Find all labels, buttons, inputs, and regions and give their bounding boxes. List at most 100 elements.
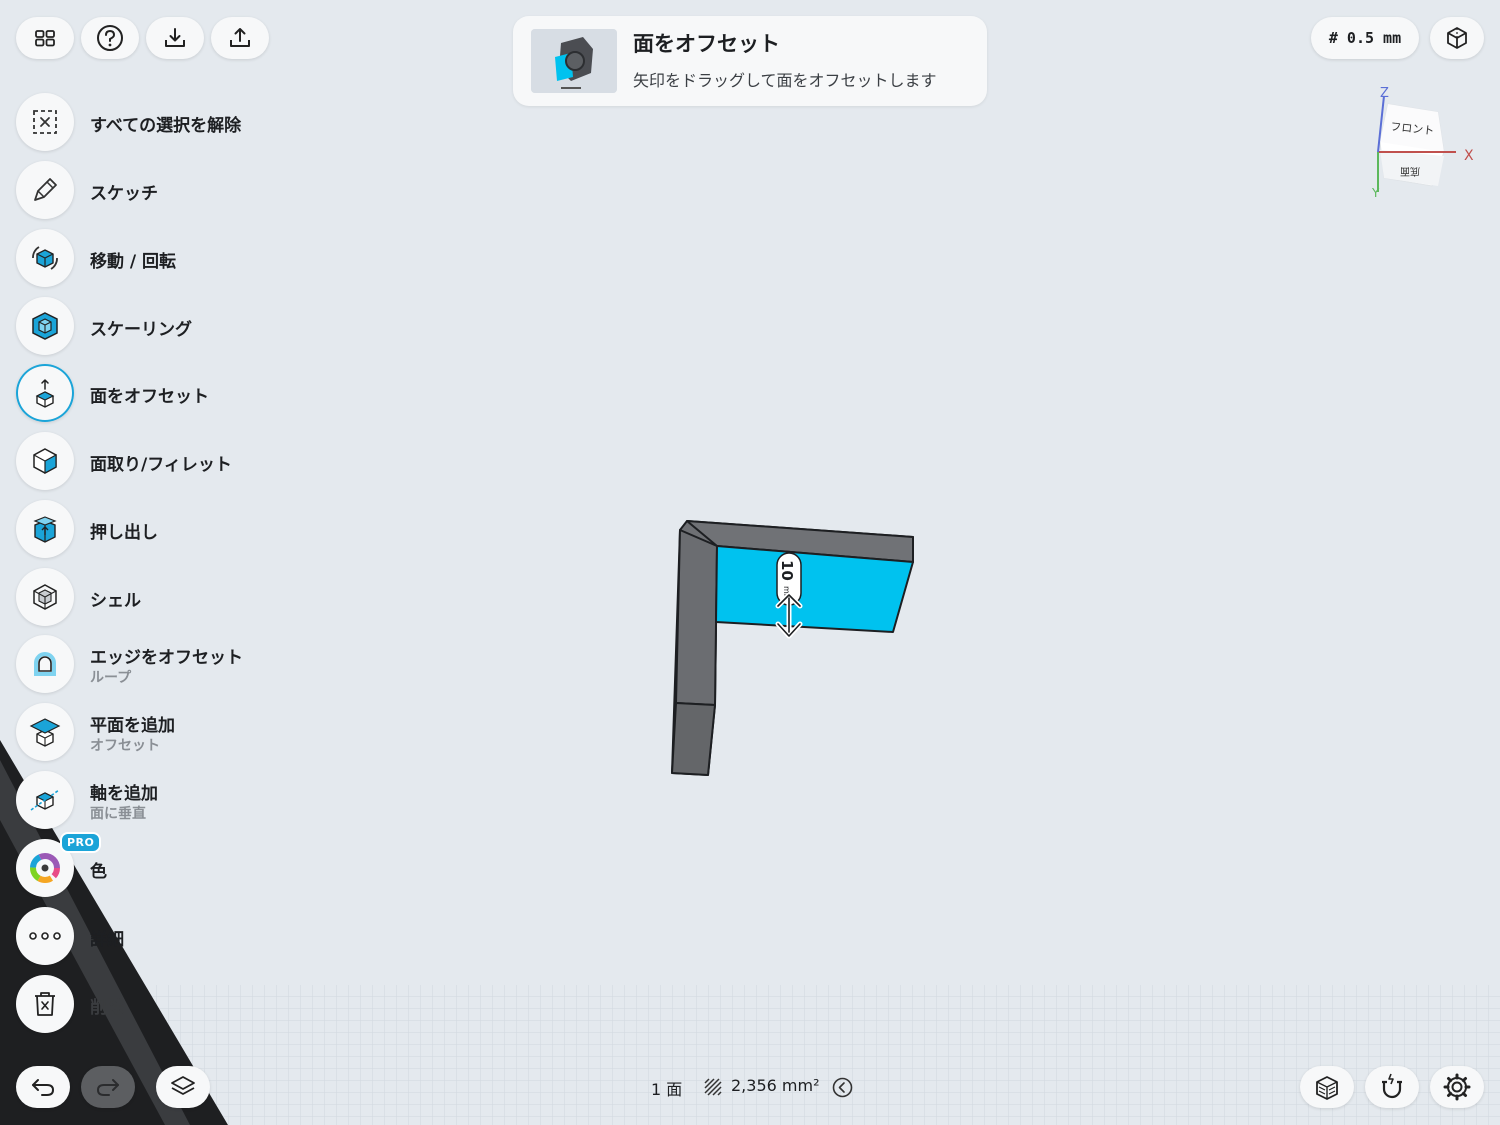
tool-deselect-all[interactable]: すべての選択を解除 <box>16 93 316 151</box>
tool-more[interactable]: 詳細 <box>16 907 316 965</box>
tool-sketch[interactable]: スケッチ <box>16 161 316 219</box>
tool-label: シェル <box>90 591 141 611</box>
extrude-button[interactable] <box>16 500 74 558</box>
scale-cube-icon <box>32 312 58 340</box>
settings-button[interactable] <box>1430 1066 1484 1108</box>
pro-badge: PRO <box>60 832 102 853</box>
delete-button[interactable] <box>16 975 74 1033</box>
tool-offset-face[interactable]: 面をオフセット <box>16 364 316 422</box>
offset-edge-icon <box>34 652 56 676</box>
undo-icon <box>32 1079 55 1096</box>
tool-sublabel: オフセット <box>90 738 160 754</box>
upload-icon <box>230 28 250 47</box>
add-plane-icon <box>29 718 61 747</box>
tool-chamfer-fillet[interactable]: 面取り/フィレット <box>16 432 316 490</box>
tool-add-axis[interactable]: 軸を追加 面に垂直 <box>16 771 316 829</box>
tool-label: スケーリング <box>90 320 192 340</box>
tool-hint-banner: 面をオフセット 矢印をドラッグして面をオフセットします <box>513 16 987 106</box>
cube-view-icon <box>1447 27 1467 49</box>
tool-move-rotate[interactable]: 移動 / 回転 <box>16 229 316 287</box>
tool-shell[interactable]: シェル <box>16 568 316 626</box>
banner-subtitle: 矢印をドラッグして面をオフセットします <box>633 71 937 90</box>
tool-delete[interactable]: 削除 <box>16 975 316 1033</box>
pencil-icon <box>34 178 57 201</box>
view-mode-button[interactable] <box>1430 17 1484 59</box>
section-cube-icon <box>1316 1076 1338 1100</box>
redo-icon <box>96 1079 119 1096</box>
view-cube[interactable]: フロント 底面 X Z Y <box>1360 82 1480 207</box>
help-icon <box>97 25 123 51</box>
offset-face-icon <box>35 378 55 408</box>
grid-menu-button[interactable] <box>16 17 74 59</box>
tool-offset-edge[interactable]: エッジをオフセット ループ <box>16 635 316 693</box>
scale-button[interactable] <box>16 297 74 355</box>
axis-z-label: Z <box>1380 86 1389 101</box>
snap-button[interactable] <box>1365 1066 1419 1108</box>
import-button[interactable] <box>146 17 204 59</box>
tool-label: 色 <box>90 862 107 882</box>
tool-add-plane[interactable]: 平面を追加 オフセット <box>16 703 316 761</box>
area-hatch-icon <box>704 1078 722 1096</box>
banner-title: 面をオフセット <box>633 32 780 56</box>
tool-label: エッジをオフセット <box>90 648 243 668</box>
offset-edge-button[interactable] <box>16 635 74 693</box>
dimension-value: 10 <box>778 560 796 581</box>
magnet-icon <box>1382 1073 1402 1099</box>
sketch-button[interactable] <box>16 161 74 219</box>
tool-label: 移動 / 回転 <box>90 252 177 272</box>
chamfer-fillet-button[interactable] <box>16 432 74 490</box>
collapse-chevron-icon[interactable] <box>832 1077 853 1098</box>
more-dots-icon <box>29 932 61 940</box>
add-axis-icon <box>30 789 60 811</box>
selected-face[interactable] <box>715 545 914 633</box>
download-icon <box>165 28 185 47</box>
tool-sublabel: ループ <box>90 670 132 686</box>
tool-preview-thumbnail <box>531 29 617 93</box>
gear-icon <box>1443 1073 1471 1101</box>
trash-icon <box>35 992 55 1016</box>
face-count: 1 面 <box>651 1080 683 1099</box>
model-viewport-object[interactable]: 10 mm <box>660 510 930 790</box>
extrude-icon <box>33 516 57 543</box>
tool-label: 削除 <box>90 998 124 1018</box>
help-button[interactable] <box>81 17 139 59</box>
redo-button[interactable] <box>81 1066 135 1108</box>
tool-sublabel: 面に垂直 <box>90 806 146 822</box>
deselect-icon <box>33 110 57 134</box>
shell-icon <box>33 584 57 610</box>
more-button[interactable] <box>16 907 74 965</box>
chamfer-icon <box>33 448 57 475</box>
viewcube-bottom-label: 底面 <box>1400 165 1420 178</box>
tool-label: 押し出し <box>90 523 158 543</box>
grid-size-button[interactable]: # 0.5 mm <box>1311 17 1419 59</box>
move-rotate-button[interactable] <box>16 229 74 287</box>
tool-label: スケッチ <box>90 184 158 204</box>
export-button[interactable] <box>211 17 269 59</box>
layers-icon <box>171 1076 195 1095</box>
tool-label: 面をオフセット <box>90 387 209 407</box>
move-rotate-icon <box>32 246 58 270</box>
tool-label: 面取り/フィレット <box>90 455 232 475</box>
section-view-button[interactable] <box>1300 1066 1354 1108</box>
area-value: 2,356 mm² <box>731 1076 820 1095</box>
deselect-button[interactable] <box>16 93 74 151</box>
tool-extrude[interactable]: 押し出し <box>16 500 316 558</box>
tool-label: すべての選択を解除 <box>90 116 242 136</box>
grid-icon <box>35 30 55 47</box>
axis-x-label: X <box>1464 148 1474 164</box>
color-wheel-icon <box>30 853 60 883</box>
tool-label: 軸を追加 <box>90 784 158 804</box>
layers-button[interactable] <box>156 1066 210 1108</box>
axis-y-label: Y <box>1371 186 1380 200</box>
tool-scale[interactable]: スケーリング <box>16 297 316 355</box>
tool-label: 平面を追加 <box>90 716 175 736</box>
add-axis-button[interactable] <box>16 771 74 829</box>
offset-dimension-handle[interactable]: 10 mm <box>775 552 803 639</box>
offset-face-button[interactable] <box>16 364 74 422</box>
add-plane-button[interactable] <box>16 703 74 761</box>
tool-label: 詳細 <box>90 930 124 950</box>
undo-button[interactable] <box>16 1066 70 1108</box>
shell-button[interactable] <box>16 568 74 626</box>
tool-color[interactable]: PRO 色 <box>16 832 316 897</box>
grid-size-label: # 0.5 mm <box>1328 29 1402 47</box>
